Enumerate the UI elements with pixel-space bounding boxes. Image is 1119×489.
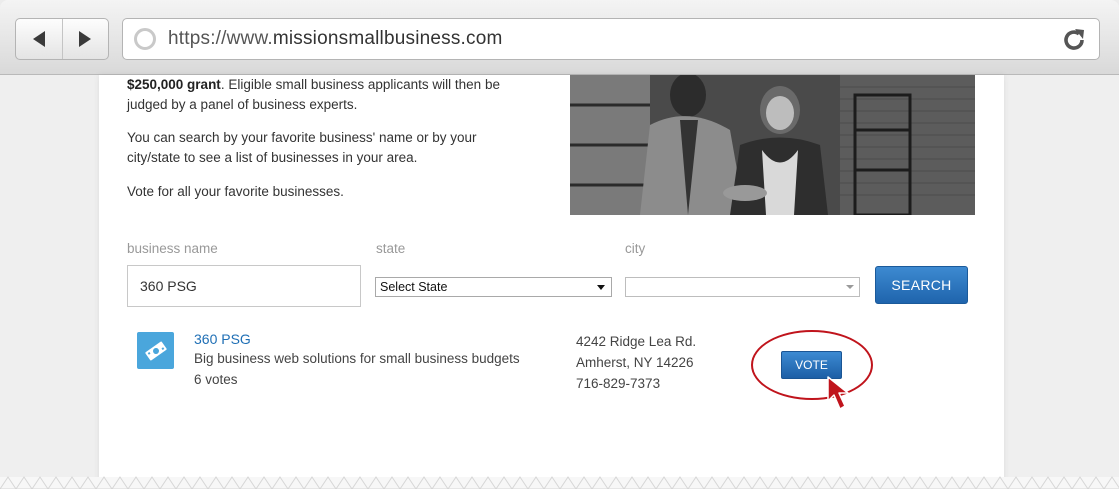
site-status-icon (134, 28, 156, 50)
business-name-label: business name (127, 241, 218, 256)
phone-number: 716-829-7373 (576, 376, 661, 391)
business-name-link[interactable]: 360 PSG (194, 331, 251, 347)
money-bill-icon (144, 341, 167, 360)
hero-photo (570, 75, 975, 215)
nav-buttons (15, 18, 109, 60)
business-name-input[interactable] (127, 265, 361, 307)
url-text: https://www.missionsmallbusiness.com (168, 28, 503, 50)
page-content: $250,000 grant. Eligible small business … (99, 75, 1004, 489)
city-label: city (625, 241, 646, 256)
address-bar[interactable]: https://www.missionsmallbusiness.com (122, 18, 1100, 60)
vote-count: 6 votes (194, 372, 238, 387)
back-arrow-icon (32, 31, 45, 47)
intro-paragraph-1: $250,000 grant. Eligible small business … (127, 75, 527, 115)
forward-button[interactable] (61, 19, 108, 59)
state-select-value: Select State (380, 280, 448, 294)
search-button[interactable]: SEARCH (875, 266, 968, 304)
state-label: state (376, 241, 406, 256)
address-line-2: Amherst, NY 14226 (576, 355, 694, 370)
address-line-1: 4242 Ridge Lea Rd. (576, 334, 697, 349)
torn-edge (0, 463, 1119, 489)
state-dropdown-arrow-icon (597, 285, 605, 290)
pointer-cursor-icon (827, 376, 849, 410)
state-select[interactable]: Select State (375, 277, 612, 297)
back-button[interactable] (16, 19, 62, 59)
business-icon (137, 332, 174, 369)
browser-toolbar: https://www.missionsmallbusiness.com (0, 0, 1119, 75)
url-prefix: https://www. (168, 28, 273, 49)
url-host: missionsmallbusiness.com (272, 28, 503, 49)
city-select[interactable] (625, 277, 860, 297)
business-description: Big business web solutions for small bus… (194, 351, 520, 366)
city-dropdown-arrow-icon (846, 285, 854, 289)
reload-icon[interactable] (1061, 27, 1087, 53)
grant-amount: $250,000 grant (127, 77, 221, 92)
intro-paragraph-3: Vote for all your favorite businesses. (127, 184, 344, 199)
intro-paragraph-2: You can search by your favorite business… (127, 130, 477, 165)
forward-arrow-icon (79, 31, 92, 47)
